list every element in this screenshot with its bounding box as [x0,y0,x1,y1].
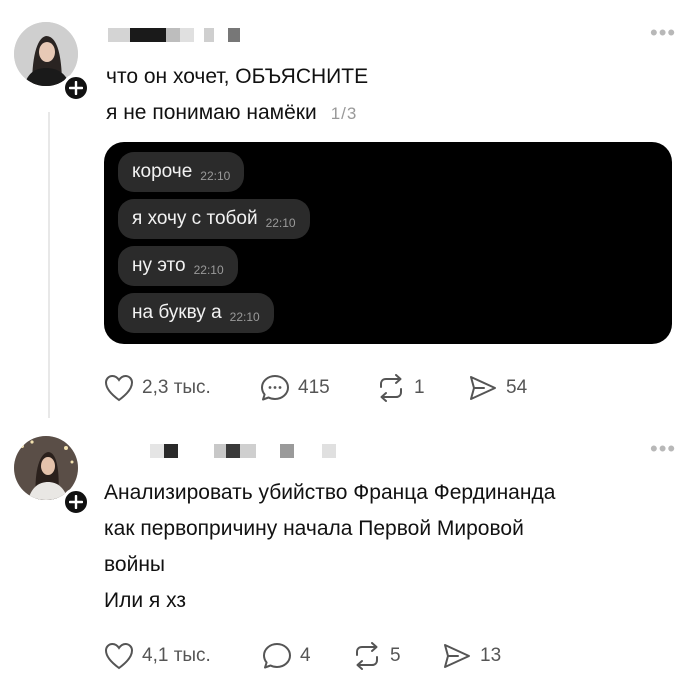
thread-line [48,112,50,418]
page-counter: 1/3 [330,104,358,123]
like-count: 4,1 тыс. [142,645,211,666]
heart-icon [104,374,134,402]
post-text-line-4: Или я хз [104,589,187,612]
message-bubble: короче 22:10 [118,152,245,192]
share-count: 13 [480,645,502,666]
repost-count: 1 [414,377,425,398]
username-redacted[interactable] [150,442,336,460]
post-text-line-1: Анализировать убийство Франца Фердинанда [104,481,556,504]
comment-icon [261,375,289,401]
repost-button[interactable]: 5 [352,642,401,670]
comment-icon [263,643,291,669]
username-redacted[interactable] [108,26,240,44]
comment-count: 415 [298,377,330,398]
more-options-button[interactable]: ••• [650,22,676,44]
like-button[interactable]: 2,3 тыс. [104,374,211,402]
message-bubble: на букву а 22:10 [118,293,274,333]
post-text-line-3: войны [104,553,166,576]
comment-button[interactable]: 4 [262,642,311,670]
comment-button[interactable]: 415 [260,374,330,402]
repost-count: 5 [390,645,401,666]
like-count: 2,3 тыс. [142,377,211,398]
message-bubble: ну это 22:10 [118,246,238,286]
share-count: 54 [506,377,528,398]
repost-icon [380,374,402,402]
more-icon: ••• [650,436,677,461]
chat-screenshot[interactable]: короче 22:10 я хочу с тобой 22:10 ну это 22… [104,142,672,344]
heart-icon [104,642,134,670]
repost-icon [356,642,378,670]
plus-icon [69,495,83,509]
plus-icon [69,81,83,95]
more-icon: ••• [650,20,677,45]
follow-button[interactable] [62,488,90,516]
share-button[interactable]: 54 [468,374,527,402]
more-options-button[interactable]: ••• [650,438,676,460]
share-icon [444,644,470,668]
repost-button[interactable]: 1 [376,374,425,402]
share-icon [470,376,496,400]
post-text-line-2: я не понимаю намёки 1/3 [106,101,358,124]
message-bubble: я хочу с тобой 22:10 [118,199,310,239]
comment-count: 4 [300,645,311,666]
post-text-line-1: что он хочет, ОБЪЯСНИТЕ [106,65,369,88]
share-button[interactable]: 13 [442,642,501,670]
post-text-line-2: как первопричину начала Первой Мировой [104,517,524,540]
like-button[interactable]: 4,1 тыс. [104,642,211,670]
follow-button[interactable] [62,74,90,102]
